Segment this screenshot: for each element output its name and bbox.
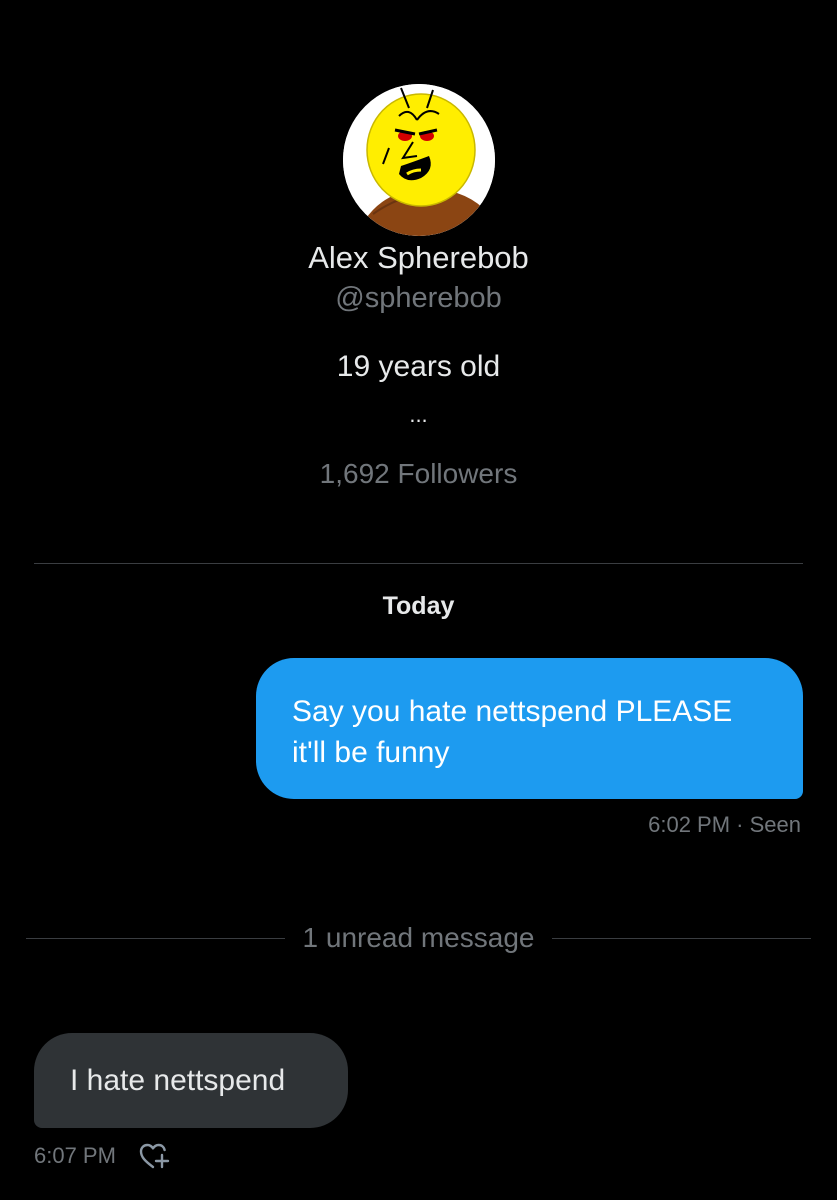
profile-name[interactable]: Alex Spherebob — [0, 240, 837, 276]
unread-label: 1 unread message — [302, 922, 535, 953]
outgoing-message-text: Say you hate nettspend PLEASE it'll be f… — [292, 695, 733, 769]
incoming-message-time: 6:07 PM — [34, 1143, 116, 1168]
date-separator: Today — [382, 592, 455, 620]
avatar[interactable] — [343, 84, 495, 236]
avatar-image — [343, 84, 495, 236]
profile-bio: 19 years old — [336, 350, 501, 383]
outgoing-message-meta: 6:02 PM · Seen — [648, 812, 801, 837]
unread-separator: 1 unread message — [26, 918, 811, 958]
followers-count[interactable]: 1,692 Followers — [0, 458, 837, 490]
divider — [34, 563, 803, 564]
incoming-message-bubble[interactable]: I hate nettspend — [34, 1033, 348, 1128]
incoming-message-text: I hate nettspend — [70, 1064, 286, 1097]
unread-line-left — [26, 937, 285, 939]
add-reaction-heart-icon[interactable] — [138, 1140, 172, 1172]
bio-more-ellipsis[interactable]: ... — [0, 404, 837, 426]
incoming-message-meta: 6:07 PM — [34, 1140, 172, 1172]
profile-handle[interactable]: @spherebob — [0, 282, 837, 315]
outgoing-message-bubble[interactable]: Say you hate nettspend PLEASE it'll be f… — [256, 658, 803, 799]
unread-line-right — [552, 937, 811, 939]
